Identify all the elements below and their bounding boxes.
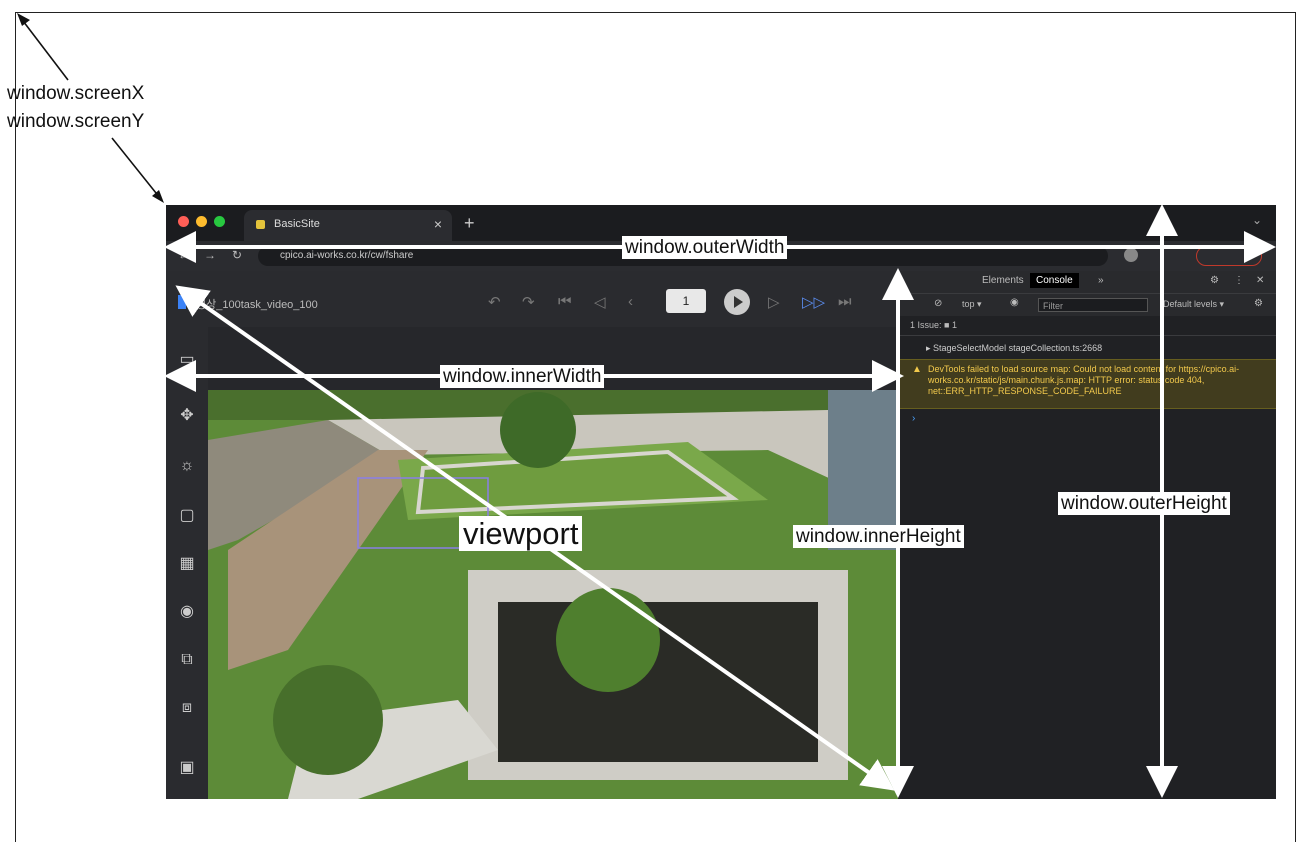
dimension-arrows [164, 204, 1276, 798]
label-outer-height: window.outerHeight [1058, 492, 1230, 515]
label-outer-width: window.outerWidth [622, 236, 788, 259]
label-viewport: viewport [459, 516, 583, 551]
label-inner-height: window.innerHeight [793, 525, 964, 548]
label-inner-width: window.innerWidth [440, 365, 605, 388]
